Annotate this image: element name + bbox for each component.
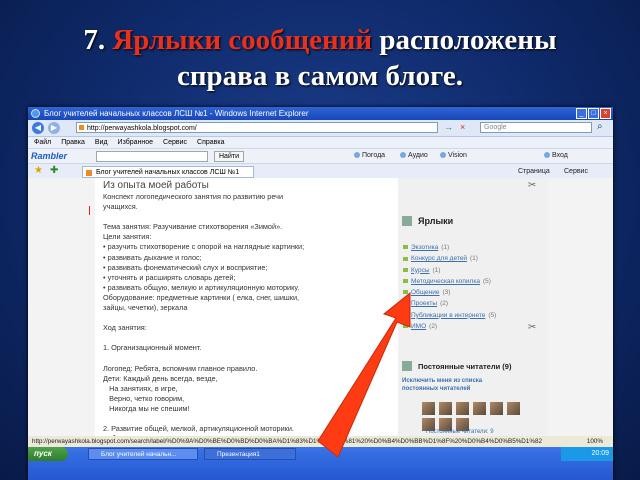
arrow-shape (317, 291, 411, 458)
pointer-arrow (317, 291, 411, 458)
